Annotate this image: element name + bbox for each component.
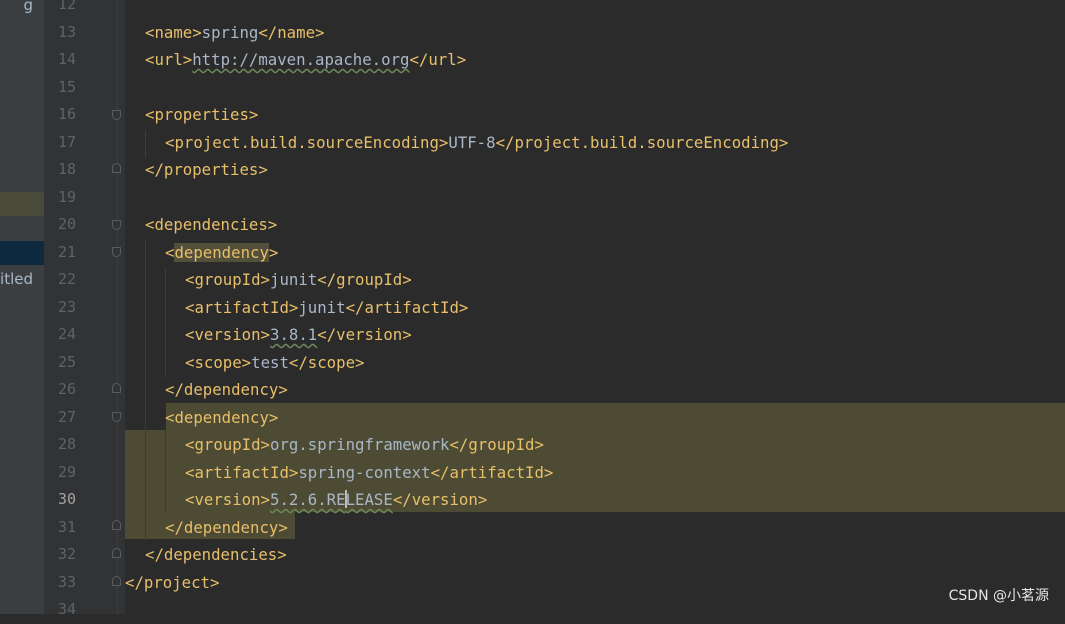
line-number: 24 xyxy=(57,325,76,343)
fold-marker-icon[interactable] xyxy=(112,110,121,120)
code-line[interactable]: 23 <artifactId>junit</artifactId> xyxy=(0,294,1065,322)
code-text[interactable]: </dependency> xyxy=(165,376,288,404)
line-number: 31 xyxy=(57,517,76,536)
line-number: 28 xyxy=(57,435,76,453)
code-line[interactable]: 31 </dependency> xyxy=(0,514,1065,542)
code-text[interactable]: <dependency> xyxy=(165,404,278,432)
code-text[interactable]: <properties> xyxy=(145,101,258,129)
fold-marker-icon[interactable] xyxy=(112,412,121,422)
fold-marker-icon[interactable] xyxy=(112,220,121,230)
code-text[interactable]: <name>spring</name> xyxy=(145,19,324,47)
fold-marker-icon[interactable] xyxy=(112,163,121,173)
code-line[interactable]: 18 </properties> xyxy=(0,156,1065,184)
line-number: 18 xyxy=(57,160,76,178)
line-number: 33 xyxy=(57,572,76,591)
line-number: 19 xyxy=(57,187,76,206)
code-line[interactable]: 24 <version>3.8.1</version> xyxy=(0,321,1065,349)
code-line[interactable]: 21 <dependency> xyxy=(0,239,1065,267)
code-line[interactable]: 12 xyxy=(0,0,1065,19)
line-number: 14 xyxy=(57,50,76,68)
code-line[interactable]: 20 <dependencies> xyxy=(0,211,1065,239)
code-text[interactable]: </project> xyxy=(125,569,219,597)
code-line[interactable]: 16 <properties> xyxy=(0,101,1065,129)
code-line[interactable]: 25 <scope>test</scope> xyxy=(0,349,1065,377)
code-line[interactable]: 33 </project> xyxy=(0,569,1065,597)
line-number: 25 xyxy=(57,352,76,371)
line-number: 27 xyxy=(57,407,76,426)
line-number: 29 xyxy=(57,462,76,481)
code-line[interactable]: 19 xyxy=(0,184,1065,212)
fold-marker-icon[interactable] xyxy=(112,576,121,586)
line-number: 32 xyxy=(57,545,76,563)
code-line[interactable]: 15 xyxy=(0,74,1065,102)
code-text[interactable]: </dependencies> xyxy=(145,541,287,569)
code-text[interactable]: <project.build.sourceEncoding>UTF-8</pro… xyxy=(165,129,788,157)
line-number: 26 xyxy=(57,380,76,398)
code-text[interactable]: <dependencies> xyxy=(145,211,277,239)
code-line[interactable]: 29 <artifactId>spring-context</artifactId… xyxy=(0,459,1065,487)
fold-marker-icon[interactable] xyxy=(112,548,121,558)
code-text[interactable]: </dependency> xyxy=(165,514,288,542)
code-line[interactable]: 26 </dependency> xyxy=(0,376,1065,404)
fold-marker-icon[interactable] xyxy=(112,247,121,257)
line-number: 22 xyxy=(57,270,76,288)
line-number: 30 xyxy=(57,490,76,508)
code-text[interactable]: <artifactId>junit</artifactId> xyxy=(185,294,468,322)
code-line[interactable]: 30 <version>5.2.6.RELEASE</version> xyxy=(0,486,1065,514)
code-text[interactable]: <version>5.2.6.RELEASE</version> xyxy=(185,486,487,514)
line-number: 21 xyxy=(57,242,76,261)
code-line[interactable]: 34 xyxy=(0,596,1065,624)
line-number: 34 xyxy=(57,600,76,618)
code-line[interactable]: 27 <dependency> xyxy=(0,404,1065,432)
code-line[interactable]: 17 <project.build.sourceEncoding>UTF-8</p… xyxy=(0,129,1065,157)
fold-marker-icon[interactable] xyxy=(112,520,121,530)
code-text[interactable]: <dependency> xyxy=(165,239,278,267)
line-number: 17 xyxy=(57,132,76,151)
code-text[interactable]: <scope>test</scope> xyxy=(185,349,364,377)
code-line[interactable]: 13 <name>spring</name> xyxy=(0,19,1065,47)
line-number: 23 xyxy=(57,297,76,316)
watermark: CSDN @小茗源 xyxy=(948,588,1049,604)
code-text[interactable]: <artifactId>spring-context</artifactId> xyxy=(185,459,553,487)
fold-marker-icon[interactable] xyxy=(112,383,121,393)
code-line[interactable]: 32 </dependencies> xyxy=(0,541,1065,569)
code-text[interactable]: <url>http://maven.apache.org</url> xyxy=(145,46,466,74)
text-caret xyxy=(344,490,347,508)
code-line[interactable]: 22 <groupId>junit</groupId> xyxy=(0,266,1065,294)
code-text[interactable]: <version>3.8.1</version> xyxy=(185,321,412,349)
line-number: 12 xyxy=(57,0,76,13)
code-text[interactable]: <groupId>junit</groupId> xyxy=(185,266,412,294)
line-number: 16 xyxy=(57,105,76,123)
line-number: 20 xyxy=(57,215,76,233)
code-text[interactable]: </properties> xyxy=(145,156,268,184)
line-number: 13 xyxy=(57,22,76,41)
line-number: 15 xyxy=(57,77,76,96)
code-text[interactable]: <groupId>org.springframework</groupId> xyxy=(185,431,544,459)
code-line[interactable]: 28 <groupId>org.springframework</groupId> xyxy=(0,431,1065,459)
code-line[interactable]: 14 <url>http://maven.apache.org</url> xyxy=(0,46,1065,74)
